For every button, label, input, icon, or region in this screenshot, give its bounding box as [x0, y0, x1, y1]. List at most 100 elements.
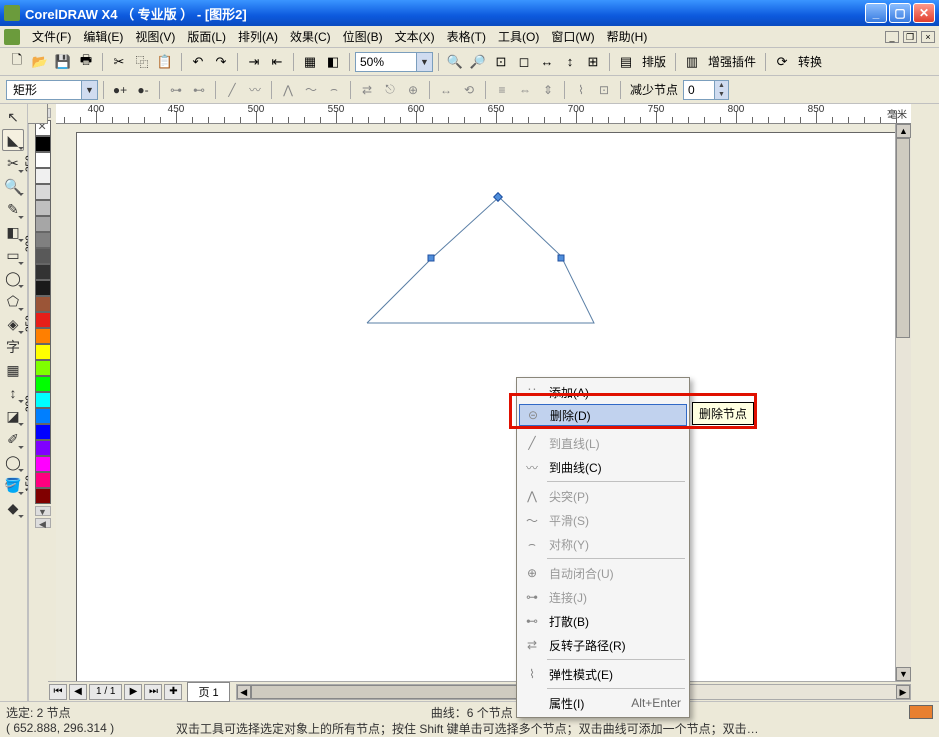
print-button[interactable]: 🖶: [75, 51, 97, 73]
outline-tool-icon[interactable]: ◯: [2, 451, 24, 473]
page[interactable]: [76, 132, 896, 681]
zoom-all-icon[interactable]: ⊞: [582, 51, 604, 73]
shape-combo[interactable]: 矩形 ▼: [6, 80, 98, 100]
smart-fill-icon[interactable]: ◧: [2, 221, 24, 243]
prev-page-button[interactable]: ◀: [69, 684, 87, 700]
next-page-button[interactable]: ▶: [124, 684, 142, 700]
zoom-tool-icon[interactable]: 🔍: [2, 175, 24, 197]
color-swatch[interactable]: [35, 328, 51, 344]
break-node-icon[interactable]: ⊷: [188, 79, 210, 101]
cm-delete[interactable]: ⊝删除(D): [519, 404, 687, 426]
cm-properties[interactable]: 属性(I)Alt+Enter: [519, 691, 687, 715]
scroll-up-icon[interactable]: ▲: [896, 124, 911, 138]
last-page-button[interactable]: ⏭: [144, 684, 162, 700]
menu-edit[interactable]: 编辑(E): [77, 26, 129, 47]
to-line-icon[interactable]: ╱: [221, 79, 243, 101]
color-swatch[interactable]: [35, 136, 51, 152]
scroll-right-icon[interactable]: ▶: [896, 685, 910, 699]
zoom-page-icon[interactable]: ◻: [513, 51, 535, 73]
menu-view[interactable]: 视图(V): [129, 26, 181, 47]
palette-flyout-icon[interactable]: ◀: [35, 518, 51, 528]
snap-button[interactable]: ▤: [615, 51, 637, 73]
scroll-down-icon[interactable]: ▼: [896, 667, 911, 681]
vertical-scrollbar[interactable]: ▲ ▼: [895, 124, 911, 681]
import-button[interactable]: ⇥: [243, 51, 265, 73]
cusp-icon[interactable]: ⋀: [277, 79, 299, 101]
color-swatch[interactable]: [35, 376, 51, 392]
paste-button[interactable]: 📋: [154, 51, 176, 73]
align-icon[interactable]: ≡: [491, 79, 513, 101]
fill-swatch[interactable]: [909, 705, 933, 719]
crop-tool-icon[interactable]: ✂: [2, 152, 24, 174]
save-button[interactable]: 💾: [52, 51, 74, 73]
shape-tool-icon[interactable]: ◣: [2, 129, 24, 151]
canvas[interactable]: [48, 124, 911, 681]
join-nodes-icon[interactable]: ⊶: [165, 79, 187, 101]
polygon-tool-icon[interactable]: ⬠: [2, 290, 24, 312]
palette-scroll-down-icon[interactable]: ▼: [35, 506, 51, 516]
open-button[interactable]: 📂: [29, 51, 51, 73]
mdi-restore[interactable]: ❐: [903, 31, 917, 43]
zoom-height-icon[interactable]: ↕: [559, 51, 581, 73]
scroll-thumb[interactable]: [896, 138, 910, 338]
color-swatch[interactable]: [35, 168, 51, 184]
fill-tool-icon[interactable]: 🪣: [2, 474, 24, 496]
reverse-icon[interactable]: ⇄: [356, 79, 378, 101]
zoom-in-icon[interactable]: 🔍: [444, 51, 466, 73]
export-button[interactable]: ⇤: [266, 51, 288, 73]
arrange-label[interactable]: 排版: [638, 53, 670, 70]
cm-to-line[interactable]: ╱到直线(L): [519, 431, 687, 455]
to-curve-icon[interactable]: 〰: [244, 79, 266, 101]
menu-table[interactable]: 表格(T): [441, 26, 492, 47]
spinner-arrows[interactable]: ▲▼: [714, 81, 728, 99]
color-swatch[interactable]: [35, 488, 51, 504]
color-swatch[interactable]: [35, 232, 51, 248]
reduce-input[interactable]: [684, 81, 714, 99]
menu-text[interactable]: 文本(X): [389, 26, 441, 47]
menu-effects[interactable]: 效果(C): [284, 26, 337, 47]
table-tool-icon[interactable]: ▦: [2, 359, 24, 381]
menu-bitmaps[interactable]: 位图(B): [337, 26, 389, 47]
minimize-button[interactable]: _: [865, 3, 887, 23]
color-swatch[interactable]: [35, 440, 51, 456]
maximize-button[interactable]: ▢: [889, 3, 911, 23]
plugin-icon[interactable]: ▥: [681, 51, 703, 73]
copy-button[interactable]: ⿻: [131, 51, 153, 73]
symmetric-icon[interactable]: ⌢: [323, 79, 345, 101]
color-swatch[interactable]: [35, 248, 51, 264]
eyedropper-tool-icon[interactable]: ✐: [2, 428, 24, 450]
cm-break[interactable]: ⊷打散(B): [519, 609, 687, 633]
dropdown-icon[interactable]: ▼: [81, 81, 97, 99]
zoom-combo[interactable]: ▼: [355, 52, 433, 72]
color-swatch[interactable]: [35, 184, 51, 200]
color-swatch[interactable]: [35, 456, 51, 472]
mdi-close[interactable]: ×: [921, 31, 935, 43]
select-all-icon[interactable]: ⊡: [593, 79, 615, 101]
curve-shape[interactable]: [357, 193, 607, 333]
basic-shapes-icon[interactable]: ◈: [2, 313, 24, 335]
convert-icon[interactable]: ⟳: [771, 51, 793, 73]
rectangle-tool-icon[interactable]: ▭: [2, 244, 24, 266]
zoom-fit-icon[interactable]: ⊡: [490, 51, 512, 73]
ruler-horizontal[interactable]: 毫米 400450500550600650700750800850: [48, 104, 911, 124]
close-button[interactable]: ✕: [913, 3, 935, 23]
reflect-h-icon[interactable]: ⇔: [514, 79, 536, 101]
delete-node-icon[interactable]: ●-: [132, 79, 154, 101]
enhance-label[interactable]: 增强插件: [704, 53, 760, 70]
elastic-icon[interactable]: ⌇: [570, 79, 592, 101]
color-swatch[interactable]: [35, 280, 51, 296]
dropdown-icon[interactable]: ▼: [416, 53, 432, 71]
add-page-button[interactable]: ✚: [164, 684, 182, 700]
dimension-tool-icon[interactable]: ↕: [2, 382, 24, 404]
cm-add[interactable]: ∵添加(A): [519, 380, 687, 404]
menu-file[interactable]: 文件(F): [26, 26, 77, 47]
color-swatch[interactable]: [35, 424, 51, 440]
close-curve-icon[interactable]: ⊕: [402, 79, 424, 101]
convert-label[interactable]: 转换: [794, 53, 826, 70]
menu-arrange[interactable]: 排列(A): [232, 26, 284, 47]
first-page-button[interactable]: ⏮: [49, 684, 67, 700]
reduce-spinner[interactable]: ▲▼: [683, 80, 729, 100]
color-swatch[interactable]: [35, 408, 51, 424]
scroll-left-icon[interactable]: ◀: [237, 685, 251, 699]
color-swatch[interactable]: [35, 152, 51, 168]
